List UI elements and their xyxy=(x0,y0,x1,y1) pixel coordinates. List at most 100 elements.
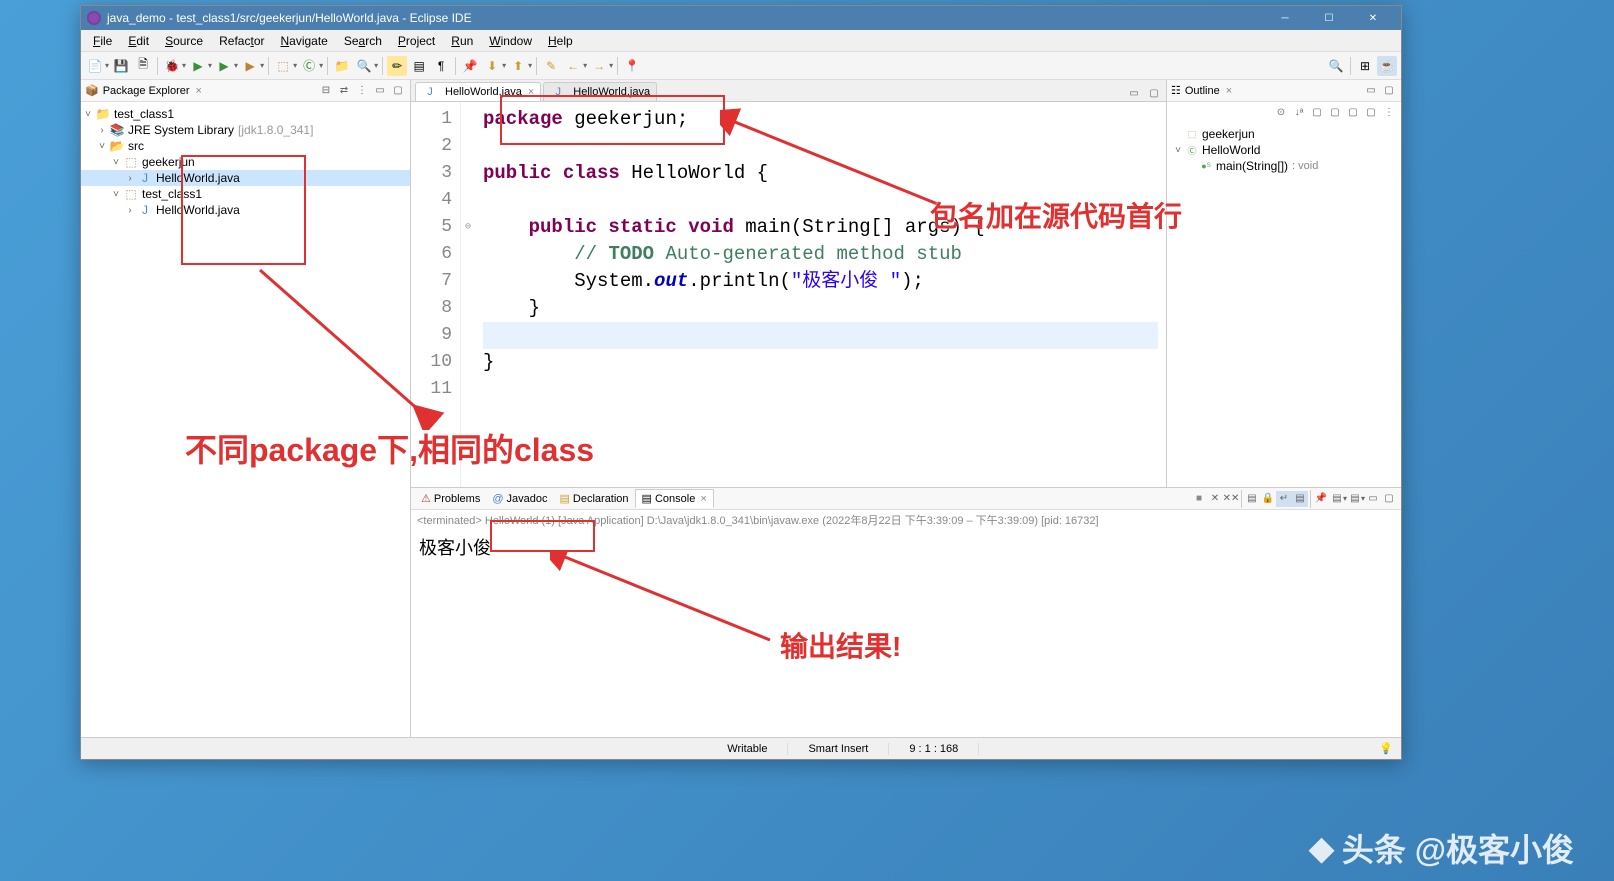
menu-edit[interactable]: Edit xyxy=(120,32,157,50)
menu-navigate[interactable]: Navigate xyxy=(272,32,335,50)
view-menu-icon[interactable]: ⋮ xyxy=(1381,104,1397,120)
word-wrap-icon[interactable]: ↵ xyxy=(1276,491,1292,507)
link-editor-icon[interactable]: ⇄ xyxy=(336,83,352,99)
menu-file[interactable]: File xyxy=(85,32,120,50)
toggle-block-icon[interactable]: ▤ xyxy=(409,56,429,76)
focus-icon[interactable]: ⊙ xyxy=(1273,104,1289,120)
menu-refactor[interactable]: Refactor xyxy=(211,32,272,50)
tree-pkg-geekerjun[interactable]: ˅ ⬚ geekerjun xyxy=(81,154,410,170)
maximize-view-icon[interactable]: ▢ xyxy=(1381,491,1397,507)
tab-helloworld1[interactable]: J HelloWorld.java × xyxy=(415,82,541,101)
minimize-editor-icon[interactable]: ▭ xyxy=(1126,85,1142,101)
hide-local-icon[interactable]: ▢ xyxy=(1363,104,1379,120)
search-icon[interactable]: 🔍 xyxy=(354,56,374,76)
pin-editor-icon[interactable]: 📍 xyxy=(622,56,642,76)
next-annot-icon[interactable]: ⬇ xyxy=(482,56,502,76)
hide-nonpublic-icon[interactable]: ▢ xyxy=(1345,104,1361,120)
code-editor[interactable]: 1234567891011 ⊖ package geekerjun; publi… xyxy=(411,102,1166,487)
tree-project[interactable]: ˅ 📁 test_class1 xyxy=(81,106,410,122)
toggle-mark-icon[interactable]: ✏ xyxy=(387,56,407,76)
last-edit-icon[interactable]: ✎ xyxy=(541,56,561,76)
pin-icon[interactable]: 📌 xyxy=(460,56,480,76)
minimize-view-icon[interactable]: ▭ xyxy=(372,83,388,99)
scroll-lock-icon[interactable]: 🔒 xyxy=(1260,491,1276,507)
collapse-all-icon[interactable]: ⊟ xyxy=(318,83,334,99)
debug-icon[interactable]: 🐞 xyxy=(162,56,182,76)
tip-icon[interactable]: 💡 xyxy=(1379,742,1393,755)
package-explorer-header[interactable]: 📦 Package Explorer × ⊟ ⇄ ⋮ ▭ ▢ xyxy=(81,80,410,102)
close-icon[interactable]: × xyxy=(528,86,534,98)
close-icon[interactable]: × xyxy=(700,493,706,505)
line-numbers: 1234567891011 xyxy=(411,102,461,487)
remove-all-icon[interactable]: ✕✕ xyxy=(1223,491,1239,507)
tab-console[interactable]: ▤Console× xyxy=(635,489,714,508)
clear-console-icon[interactable]: ▤ xyxy=(1244,491,1260,507)
open-type-icon[interactable]: 📁 xyxy=(332,56,352,76)
java-perspective-icon[interactable]: ☕ xyxy=(1377,56,1397,76)
outline-header[interactable]: ☷ Outline × ▭ ▢ xyxy=(1167,80,1401,102)
ext-tools-icon[interactable]: ▶ xyxy=(240,56,260,76)
open-perspective-icon[interactable]: ⊞ xyxy=(1355,56,1375,76)
coverage-icon[interactable]: ▶ xyxy=(214,56,234,76)
fold-gutter[interactable]: ⊖ xyxy=(461,102,475,487)
title-bar[interactable]: java_demo - test_class1/src/geekerjun/He… xyxy=(81,6,1401,30)
run-icon[interactable]: ▶ xyxy=(188,56,208,76)
new-class-icon[interactable]: Ⓒ xyxy=(299,56,319,76)
terminate-icon[interactable]: ■ xyxy=(1191,491,1207,507)
tree-src[interactable]: ˅ 📂 src xyxy=(81,138,410,154)
close-icon[interactable]: × xyxy=(196,85,202,97)
hide-fields-icon[interactable]: ▢ xyxy=(1309,104,1325,120)
menu-search[interactable]: Search xyxy=(336,32,390,50)
minimize-view-icon[interactable]: ▭ xyxy=(1363,83,1379,99)
package-tree: ˅ 📁 test_class1 › 📚 JRE System Library [… xyxy=(81,102,410,222)
menu-run[interactable]: Run xyxy=(443,32,481,50)
console-info: <terminated> HelloWorld (1) [Java Applic… xyxy=(411,510,1401,530)
menu-source[interactable]: Source xyxy=(157,32,211,50)
remove-launch-icon[interactable]: ✕ xyxy=(1207,491,1223,507)
tab-javadoc[interactable]: @Javadoc xyxy=(486,491,553,507)
bottom-tabs: ⚠Problems @Javadoc ▤Declaration ▤Console… xyxy=(411,488,1401,510)
maximize-view-icon[interactable]: ▢ xyxy=(390,83,406,99)
hide-static-icon[interactable]: ▢ xyxy=(1327,104,1343,120)
code-content[interactable]: package geekerjun; public class HelloWor… xyxy=(475,102,1166,487)
prev-annot-icon[interactable]: ⬆ xyxy=(508,56,528,76)
tab-declaration[interactable]: ▤Declaration xyxy=(554,490,635,507)
tree-file-helloworld1[interactable]: › J HelloWorld.java xyxy=(81,170,410,186)
minimize-button[interactable]: ─ xyxy=(1263,6,1307,30)
forward-icon[interactable]: → xyxy=(589,56,609,76)
tree-pkg-testclass1[interactable]: ˅ ⬚ test_class1 xyxy=(81,186,410,202)
save-icon[interactable]: 💾 xyxy=(111,56,131,76)
editor-area: J HelloWorld.java × J HelloWorld.java ▭ … xyxy=(411,80,1166,487)
tab-helloworld2[interactable]: J HelloWorld.java xyxy=(543,82,657,101)
new-package-icon[interactable]: ⬚ xyxy=(273,56,293,76)
maximize-button[interactable]: ☐ xyxy=(1307,6,1351,30)
tab-problems[interactable]: ⚠Problems xyxy=(415,490,486,507)
save-all-icon[interactable]: 🗎 xyxy=(133,56,153,76)
main-area: 📦 Package Explorer × ⊟ ⇄ ⋮ ▭ ▢ ˅ 📁 test_… xyxy=(81,80,1401,737)
menu-project[interactable]: Project xyxy=(390,32,443,50)
maximize-view-icon[interactable]: ▢ xyxy=(1381,83,1397,99)
tree-file-helloworld2[interactable]: › J HelloWorld.java xyxy=(81,202,410,218)
show-console-icon[interactable]: ▤ xyxy=(1292,491,1308,507)
close-button[interactable]: ✕ xyxy=(1351,6,1395,30)
menu-window[interactable]: Window xyxy=(481,32,540,50)
outline-method[interactable]: ●S main(String[]) : void xyxy=(1171,158,1397,174)
tree-jre[interactable]: › 📚 JRE System Library [jdk1.8.0_341] xyxy=(81,122,410,138)
minimize-view-icon[interactable]: ▭ xyxy=(1365,491,1381,507)
sort-icon[interactable]: ↓ᵃ xyxy=(1291,104,1307,120)
outline-title: Outline xyxy=(1185,85,1220,97)
console-output[interactable]: 极客小俊 xyxy=(411,530,1401,737)
quick-access-icon[interactable]: 🔍 xyxy=(1326,56,1346,76)
back-icon[interactable]: ← xyxy=(563,56,583,76)
outline-package[interactable]: ⬚ geekerjun xyxy=(1171,126,1397,142)
pin-console-icon[interactable]: 📌 xyxy=(1313,491,1329,507)
outline-class[interactable]: ˅ Ⓒ HelloWorld xyxy=(1171,142,1397,158)
menu-help[interactable]: Help xyxy=(540,32,581,50)
eclipse-window: java_demo - test_class1/src/geekerjun/He… xyxy=(80,5,1402,760)
show-whitespace-icon[interactable]: ¶ xyxy=(431,56,451,76)
menu-bar: File Edit Source Refactor Navigate Searc… xyxy=(81,30,1401,52)
maximize-editor-icon[interactable]: ▢ xyxy=(1146,85,1162,101)
view-menu-icon[interactable]: ⋮ xyxy=(354,83,370,99)
new-icon[interactable]: 📄 xyxy=(85,56,105,76)
close-icon[interactable]: × xyxy=(1226,85,1232,97)
